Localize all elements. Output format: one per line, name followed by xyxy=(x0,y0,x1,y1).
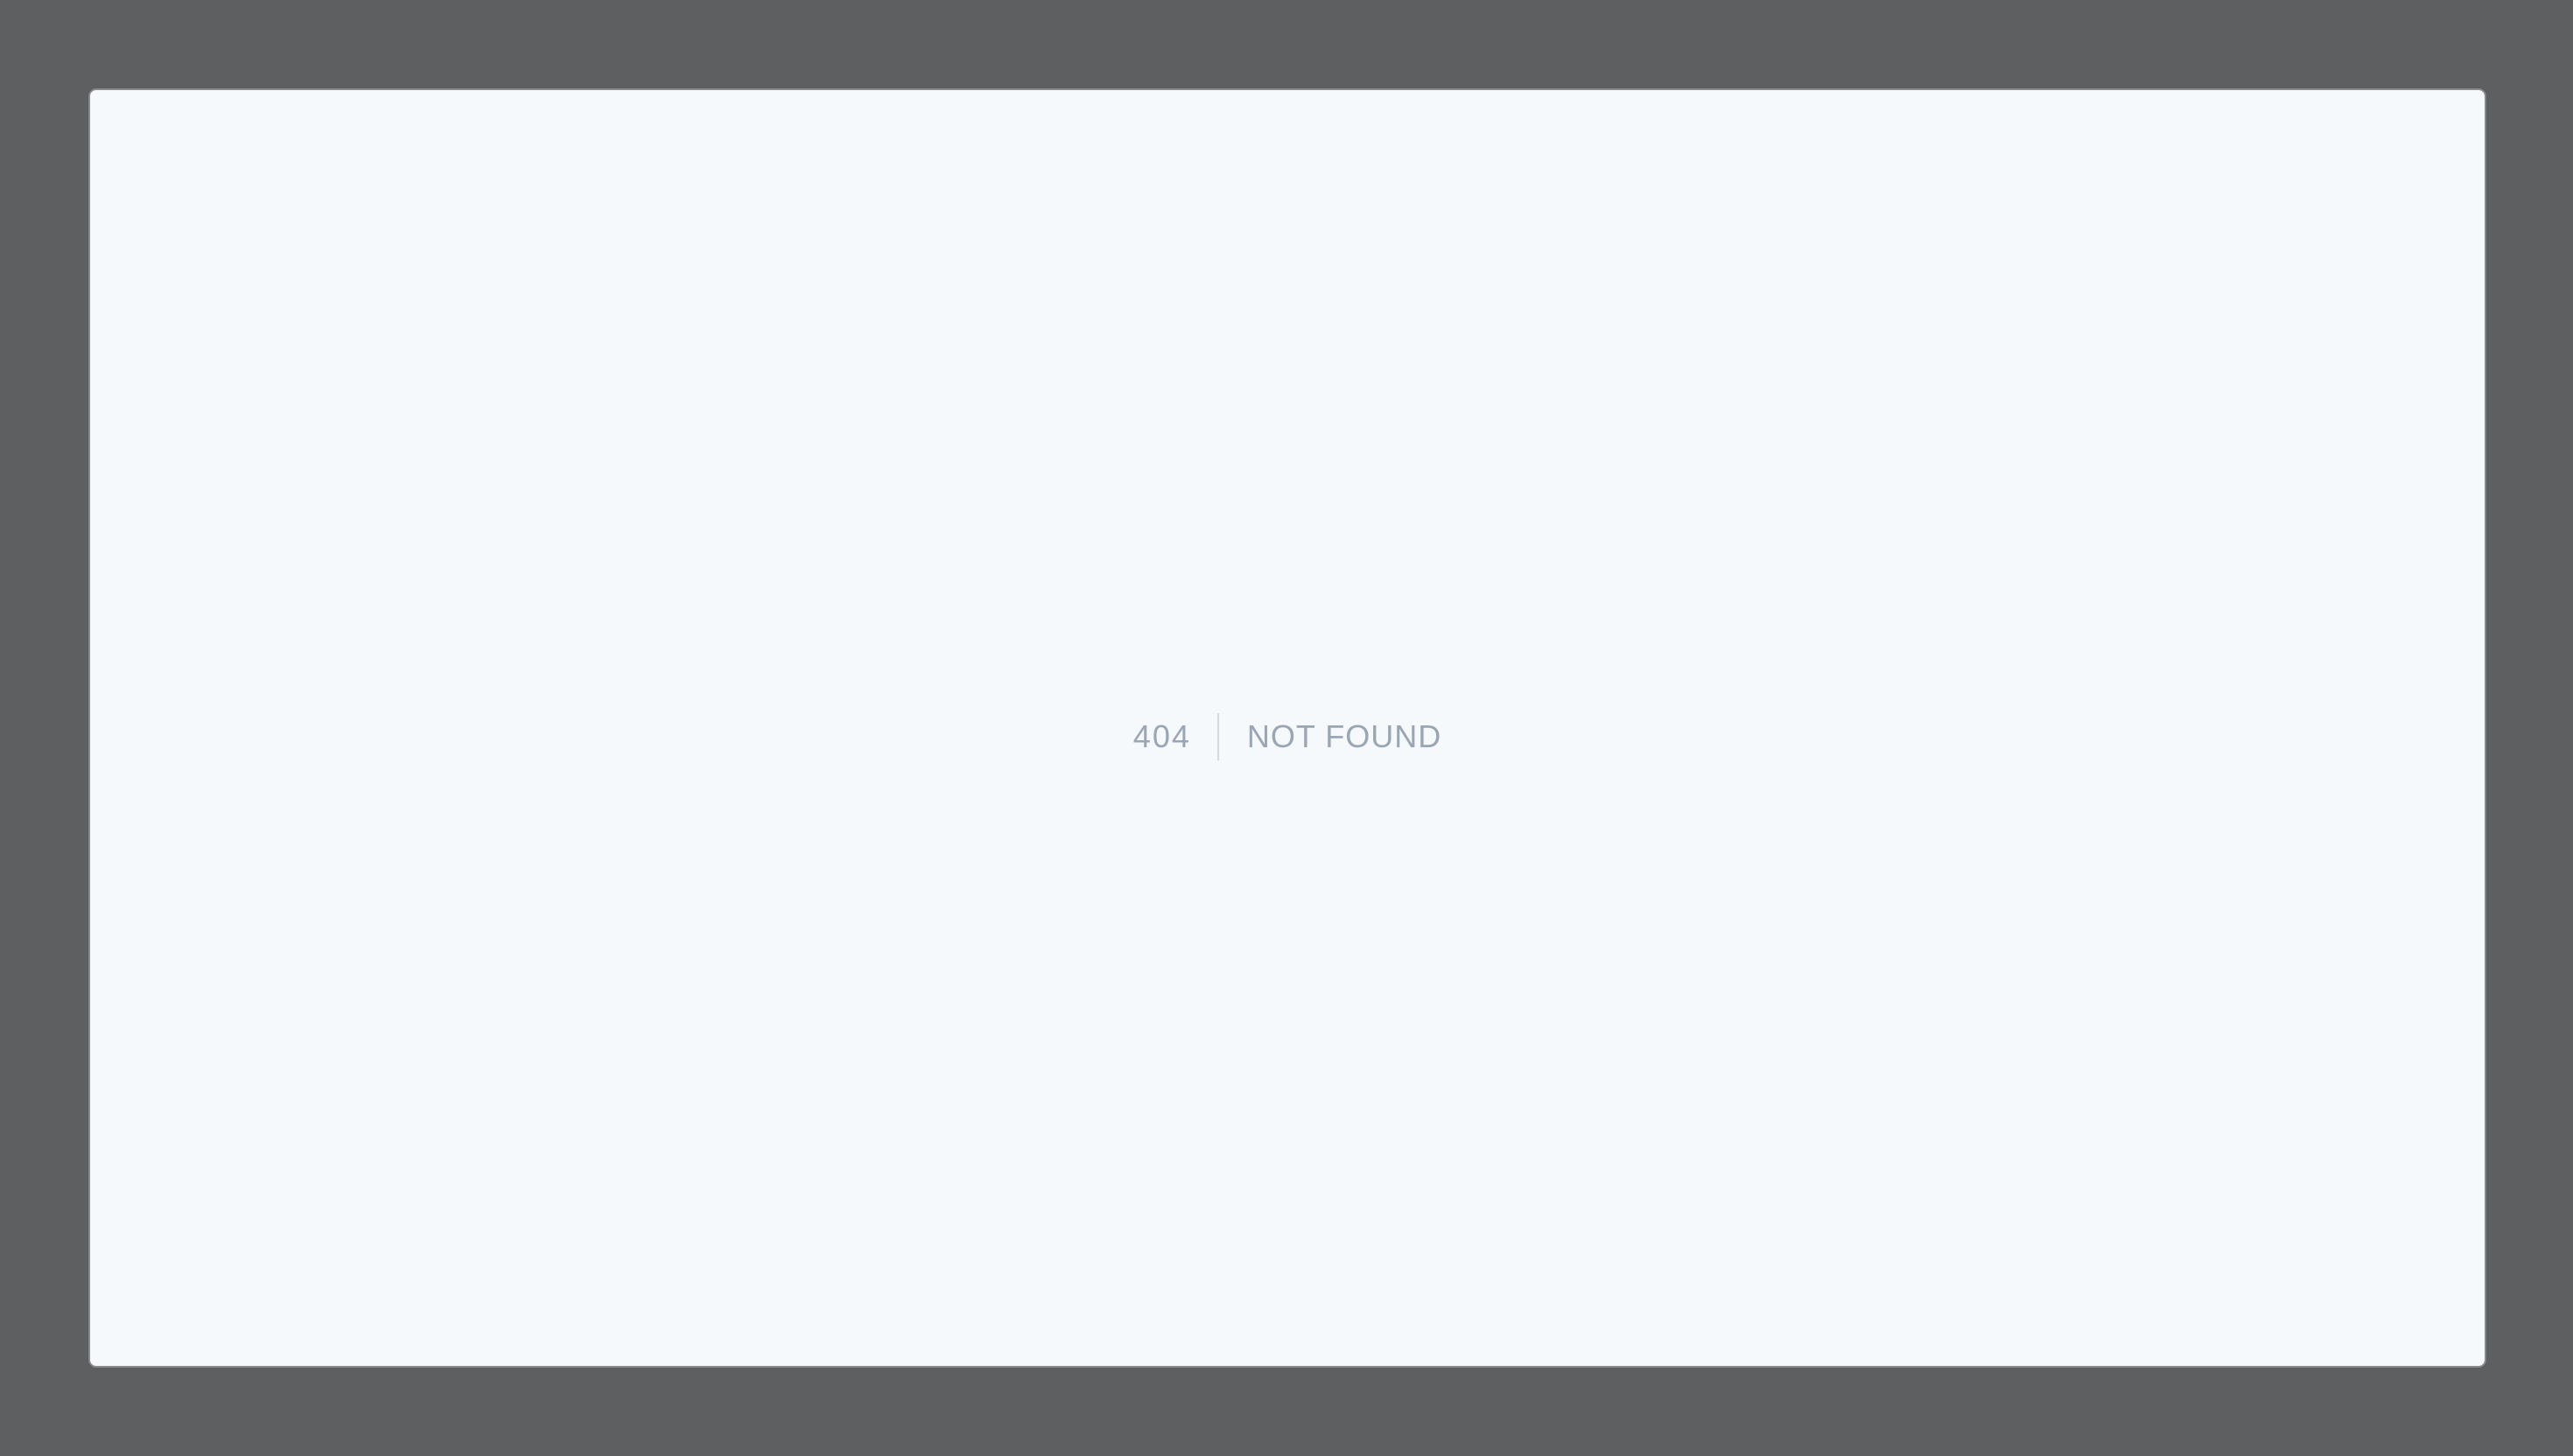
error-row: 404 NOT FOUND xyxy=(1133,713,1441,760)
error-container: 404 NOT FOUND xyxy=(90,90,2485,1366)
error-message: NOT FOUND xyxy=(1246,718,1442,754)
browser-window: 404 NOT FOUND xyxy=(88,88,2486,1368)
error-code: 404 xyxy=(1132,718,1191,754)
